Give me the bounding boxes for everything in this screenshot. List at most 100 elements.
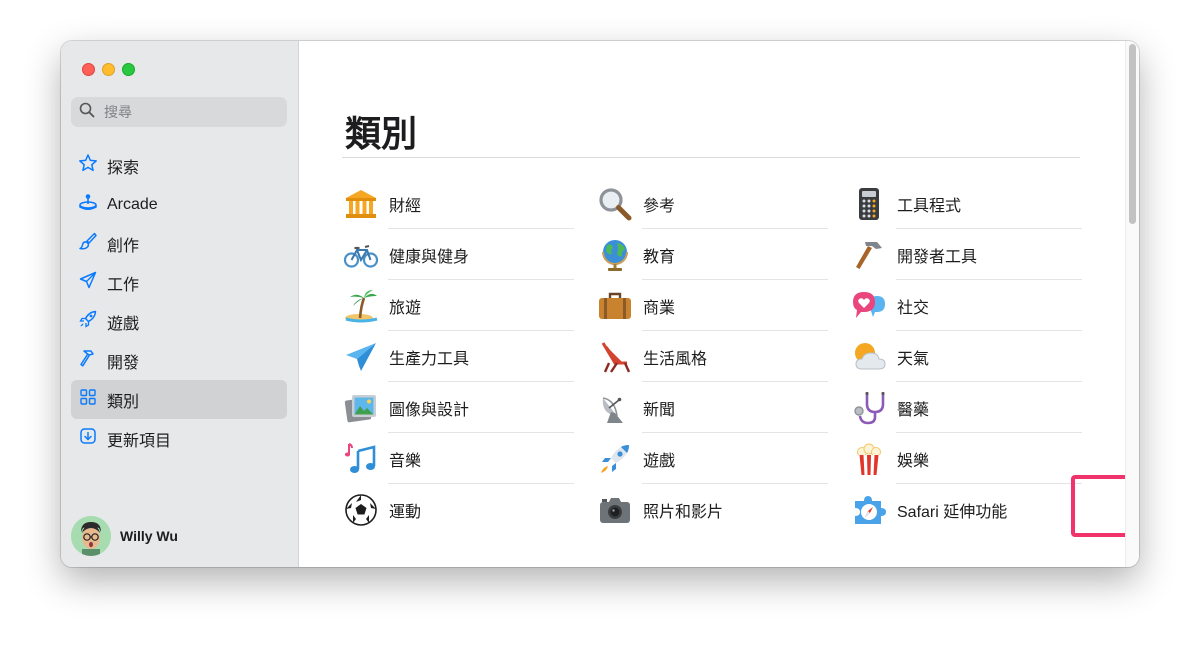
magnifier-icon: [597, 186, 633, 222]
sidebar-item-develop[interactable]: 開發: [71, 341, 287, 380]
briefcase-icon: [597, 288, 633, 324]
avatar: [71, 516, 111, 556]
category-reference[interactable]: 參考: [596, 178, 828, 229]
category-label: Safari 延伸功能: [897, 503, 1008, 521]
sidebar-item-work[interactable]: 工作: [71, 263, 287, 302]
category-entertainment[interactable]: 娛樂: [850, 433, 1082, 484]
bank-icon: [343, 186, 379, 222]
sidebar-item-label: 探索: [107, 159, 140, 177]
user-account[interactable]: Willy Wu: [71, 516, 178, 556]
category-graphics-design[interactable]: 圖像與設計: [342, 382, 574, 433]
category-label: 參考: [643, 197, 676, 215]
page-title: 類別: [345, 113, 418, 154]
category-label: 財經: [389, 197, 422, 215]
rocket-icon: [78, 309, 98, 334]
sidebar-item-updates[interactable]: 更新項目: [71, 419, 287, 458]
sidebar-item-play[interactable]: 遊戲: [71, 302, 287, 341]
category-label: 開發者工具: [897, 248, 978, 266]
category-label: 旅遊: [389, 299, 422, 317]
category-education[interactable]: 教育: [596, 229, 828, 280]
category-utilities[interactable]: 工具程式: [850, 178, 1082, 229]
search-field[interactable]: 搜尋: [71, 97, 287, 127]
sidebar-item-label: 工作: [107, 276, 140, 294]
category-label: 圖像與設計: [389, 401, 470, 419]
category-weather[interactable]: 天氣: [850, 331, 1082, 382]
category-label: 教育: [643, 248, 676, 266]
category-label: 遊戲: [643, 452, 676, 470]
palm-island-icon: [343, 288, 379, 324]
category-label: 工具程式: [897, 197, 962, 215]
category-travel[interactable]: 旅遊: [342, 280, 574, 331]
picture-frame-icon: [343, 390, 379, 426]
category-games[interactable]: 遊戲: [596, 433, 828, 484]
sidebar-item-label: 開發: [107, 354, 140, 372]
category-column: 財經 健康與健身 旅遊 生產力工具 圖像與設計 音樂 運動: [342, 178, 574, 535]
sidebar-item-label: 創作: [107, 237, 140, 255]
category-label: 生產力工具: [389, 350, 470, 368]
category-label: 娛樂: [897, 452, 930, 470]
main-content: 類別 財經 健康與健身 旅遊 生產力工具 圖像與設計 音樂 運動 參考 教育 商…: [300, 41, 1139, 567]
category-photo-video[interactable]: 照片和影片: [596, 484, 828, 535]
satellite-dish-icon: [597, 390, 633, 426]
minimize-window-button[interactable]: [102, 63, 115, 76]
search-placeholder: 搜尋: [104, 104, 132, 120]
stethoscope-icon: [851, 390, 887, 426]
category-developer-tools[interactable]: 開發者工具: [850, 229, 1082, 280]
sidebar-item-arcade[interactable]: Arcade: [71, 185, 287, 224]
category-column: 工具程式 開發者工具 社交 天氣 醫藥 娛樂 Safari 延伸功能: [850, 178, 1082, 535]
close-window-button[interactable]: [82, 63, 95, 76]
category-health-fitness[interactable]: 健康與健身: [342, 229, 574, 280]
music-notes-icon: [343, 441, 379, 477]
category-label: 新聞: [643, 401, 676, 419]
category-lifestyle[interactable]: 生活風格: [596, 331, 828, 382]
category-label: 醫藥: [897, 401, 930, 419]
sidebar-item-label: Arcade: [107, 195, 158, 213]
sidebar-item-label: 遊戲: [107, 315, 140, 333]
sidebar-nav: 探索 Arcade 創作 工作 遊戲 開發 類別 更新項目: [71, 146, 287, 458]
category-music[interactable]: 音樂: [342, 433, 574, 484]
category-label: 社交: [897, 299, 930, 317]
star-icon: [78, 153, 98, 178]
category-sports[interactable]: 運動: [342, 484, 574, 535]
search-icon: [79, 102, 95, 123]
paper-plane-icon: [343, 339, 379, 375]
sidebar: 搜尋 探索 Arcade 創作 工作 遊戲 開發 類別 更新項目 Willy W…: [61, 41, 299, 567]
sidebar-item-categories[interactable]: 類別: [71, 380, 287, 419]
category-news[interactable]: 新聞: [596, 382, 828, 433]
download-icon: [78, 426, 98, 451]
sidebar-item-create[interactable]: 創作: [71, 224, 287, 263]
category-label: 健康與健身: [389, 248, 470, 266]
sidebar-item-label: 更新項目: [107, 432, 172, 450]
category-label: 照片和影片: [643, 503, 724, 521]
chat-heart-icon: [851, 288, 887, 324]
beach-chair-icon: [597, 339, 633, 375]
paperplane-icon: [78, 270, 98, 295]
category-finance[interactable]: 財經: [342, 178, 574, 229]
globe-icon: [597, 237, 633, 273]
category-business[interactable]: 商業: [596, 280, 828, 331]
grid-icon: [78, 387, 98, 412]
scrollbar[interactable]: [1125, 41, 1139, 567]
safari-puzzle-icon: [851, 492, 887, 528]
soccer-ball-icon: [343, 492, 379, 528]
user-name: Willy Wu: [120, 528, 178, 544]
scrollbar-thumb[interactable]: [1129, 44, 1136, 224]
sun-cloud-icon: [851, 339, 887, 375]
category-safari-extensions[interactable]: Safari 延伸功能: [850, 484, 1082, 535]
zoom-window-button[interactable]: [122, 63, 135, 76]
sidebar-item-discover[interactable]: 探索: [71, 146, 287, 185]
sidebar-item-label: 類別: [107, 393, 140, 411]
category-social-networking[interactable]: 社交: [850, 280, 1082, 331]
category-label: 商業: [643, 299, 676, 317]
app-store-window: 搜尋 探索 Arcade 創作 工作 遊戲 開發 類別 更新項目 Willy W…: [61, 41, 1139, 567]
category-column: 參考 教育 商業 生活風格 新聞 遊戲 照片和影片: [596, 178, 828, 535]
category-label: 運動: [389, 503, 422, 521]
popcorn-icon: [851, 441, 887, 477]
rocket-icon: [597, 441, 633, 477]
category-label: 音樂: [389, 452, 422, 470]
category-productivity[interactable]: 生產力工具: [342, 331, 574, 382]
category-medical[interactable]: 醫藥: [850, 382, 1082, 433]
bicycle-icon: [343, 237, 379, 273]
title-divider: [342, 157, 1080, 158]
category-label: 天氣: [897, 350, 930, 368]
